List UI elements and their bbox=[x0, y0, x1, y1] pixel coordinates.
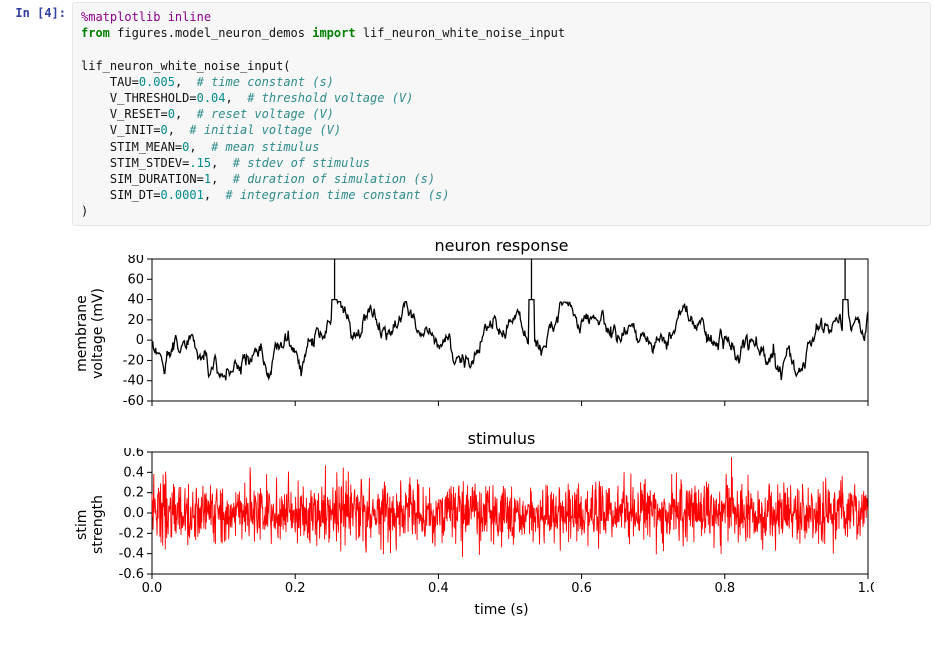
code-cell: In [4]: %matplotlib inline from figures.… bbox=[0, 0, 937, 226]
svg-text:80: 80 bbox=[127, 255, 144, 267]
arg-sstd-k: STIM_STDEV= bbox=[110, 156, 189, 170]
svg-text:0.4: 0.4 bbox=[123, 466, 144, 481]
arg-smean-v: 0 bbox=[182, 140, 189, 154]
svg-text:40: 40 bbox=[127, 293, 144, 308]
svg-text:0.8: 0.8 bbox=[714, 581, 735, 596]
chart-neuron-response: neuron response membranevoltage (mV) -60… bbox=[72, 236, 931, 411]
code-module: figures.model_neuron_demos bbox=[117, 26, 305, 40]
svg-text:0.6: 0.6 bbox=[123, 448, 144, 460]
arg-vthr-k: V_THRESHOLD= bbox=[110, 91, 197, 105]
arg-vthr-v: 0.04 bbox=[197, 91, 226, 105]
output-area: neuron response membranevoltage (mV) -60… bbox=[0, 236, 937, 618]
arg-vini-k: V_INIT= bbox=[110, 123, 161, 137]
code-magic: %matplotlib inline bbox=[81, 10, 211, 24]
arg-tau-v: 0.005 bbox=[139, 75, 175, 89]
ylabel-bot: stimstrength bbox=[72, 495, 94, 554]
svg-text:-0.2: -0.2 bbox=[119, 527, 144, 542]
axes-top: -60 -40 -20 0 20 40 60 80 bbox=[94, 255, 874, 411]
svg-text:0.2: 0.2 bbox=[285, 581, 306, 596]
code-close: ) bbox=[81, 204, 88, 218]
arg-sstd-c: # stdev of stimulus bbox=[233, 156, 370, 170]
svg-text:20: 20 bbox=[127, 313, 144, 328]
cell-prompt: In [4]: bbox=[0, 2, 72, 20]
arg-sdt-v: 0.0001 bbox=[160, 188, 203, 202]
svg-text:0.6: 0.6 bbox=[571, 581, 592, 596]
code-fn-call: lif_neuron_white_noise_input( bbox=[81, 59, 291, 73]
svg-text:0.0: 0.0 bbox=[123, 506, 144, 521]
kw-import: import bbox=[312, 26, 355, 40]
axes-bot: -0.6 -0.4 -0.2 0.0 0.2 0.4 0.6 0.0 0.2 0.4 0.6 0.8 1… bbox=[94, 448, 874, 600]
svg-text:-0.6: -0.6 bbox=[119, 567, 144, 582]
arg-vini-c: # initial voltage (V) bbox=[189, 123, 341, 137]
kw-from: from bbox=[81, 26, 110, 40]
arg-vthr-c: # threshold voltage (V) bbox=[247, 91, 413, 105]
code-input[interactable]: %matplotlib inline from figures.model_ne… bbox=[72, 2, 931, 226]
arg-sdt-k: SIM_DT= bbox=[110, 188, 161, 202]
svg-text:1.0: 1.0 bbox=[858, 581, 874, 596]
arg-smean-k: STIM_MEAN= bbox=[110, 140, 182, 154]
arg-sstd-v: .15 bbox=[189, 156, 211, 170]
arg-sdt-c: # integration time constant (s) bbox=[226, 188, 450, 202]
svg-text:-0.4: -0.4 bbox=[119, 547, 144, 562]
arg-smean-c: # mean stimulus bbox=[211, 140, 319, 154]
arg-tau-k: TAU= bbox=[110, 75, 139, 89]
chart-title-bot: stimulus bbox=[72, 429, 931, 448]
chart-title-top: neuron response bbox=[72, 236, 931, 255]
svg-text:-40: -40 bbox=[123, 374, 144, 389]
svg-text:0.4: 0.4 bbox=[428, 581, 449, 596]
arg-tau-c: # time constant (s) bbox=[197, 75, 334, 89]
arg-sdur-k: SIM_DURATION= bbox=[110, 172, 204, 186]
arg-vres-c: # reset voltage (V) bbox=[197, 107, 334, 121]
prompt-label: In [4]: bbox=[15, 6, 66, 20]
xlabel-bot: time (s) bbox=[72, 602, 931, 618]
arg-sdur-v: 1 bbox=[204, 172, 211, 186]
chart-stimulus: stimulus stimstrength -0.6 -0.4 -0.2 0.0 0.2… bbox=[72, 429, 931, 618]
arg-vini-v: 0 bbox=[160, 123, 167, 137]
arg-vres-k: V_RESET= bbox=[110, 107, 168, 121]
svg-text:-60: -60 bbox=[123, 394, 144, 409]
arg-vres-v: 0 bbox=[168, 107, 175, 121]
code-fn-import: lif_neuron_white_noise_input bbox=[363, 26, 565, 40]
arg-sdur-c: # duration of simulation (s) bbox=[233, 172, 435, 186]
svg-text:0.0: 0.0 bbox=[142, 581, 163, 596]
svg-text:0: 0 bbox=[136, 334, 144, 349]
ylabel-top: membranevoltage (mV) bbox=[72, 288, 94, 379]
svg-text:0.2: 0.2 bbox=[123, 486, 144, 501]
svg-text:-20: -20 bbox=[123, 354, 144, 369]
svg-text:60: 60 bbox=[127, 273, 144, 288]
